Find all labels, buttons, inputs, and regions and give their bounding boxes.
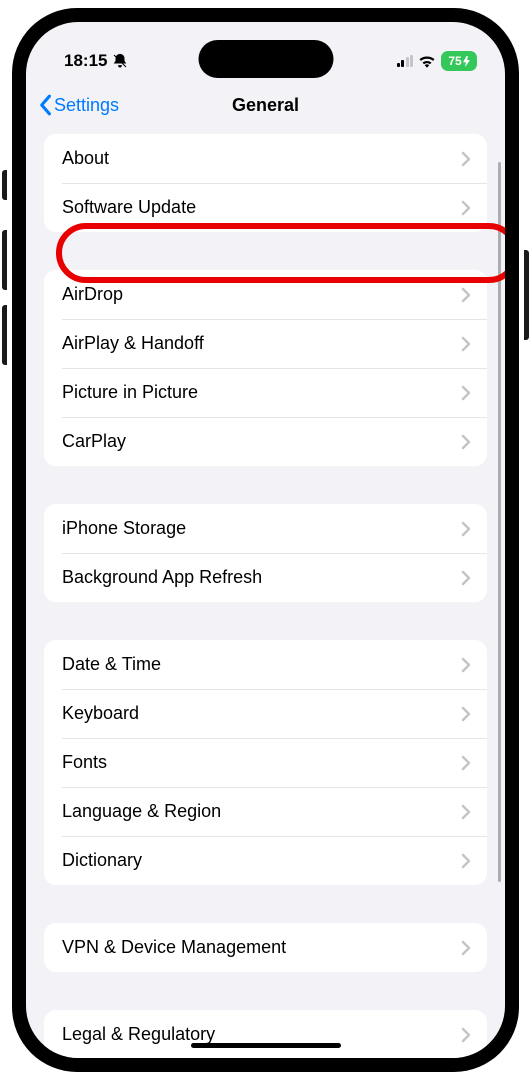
battery-indicator: 75 [441,51,477,71]
chevron-right-icon [461,657,471,673]
row-label: AirDrop [62,284,123,305]
scroll-indicator[interactable] [498,162,501,882]
status-time: 18:15 [64,51,107,71]
row-date-time[interactable]: Date & Time [44,640,487,689]
chevron-right-icon [461,940,471,956]
chevron-right-icon [461,521,471,537]
row-label: Language & Region [62,801,221,822]
row-label: Picture in Picture [62,382,198,403]
chevron-right-icon [461,804,471,820]
row-background-app-refresh[interactable]: Background App Refresh [44,553,487,602]
back-button[interactable]: Settings [34,94,119,116]
dynamic-island [198,40,333,78]
row-label: Fonts [62,752,107,773]
row-label: Legal & Regulatory [62,1024,215,1045]
chevron-right-icon [461,385,471,401]
row-about[interactable]: About [44,134,487,183]
row-carplay[interactable]: CarPlay [44,417,487,466]
cellular-signal-icon [397,55,414,67]
row-label: Date & Time [62,654,161,675]
settings-group: VPN & Device Management [44,923,487,972]
row-label: About [62,148,109,169]
content: About Software Update AirDrop AirPlay & [26,128,505,1058]
row-vpn-device-management[interactable]: VPN & Device Management [44,923,487,972]
home-indicator[interactable] [191,1043,341,1048]
row-label: VPN & Device Management [62,937,286,958]
row-label: Software Update [62,197,196,218]
row-legal-regulatory[interactable]: Legal & Regulatory [44,1010,487,1058]
chevron-right-icon [461,755,471,771]
row-software-update[interactable]: Software Update [44,183,487,232]
phone-frame: 18:15 75 [12,8,519,1072]
chevron-left-icon [38,94,52,116]
chevron-right-icon [461,336,471,352]
settings-group: Date & Time Keyboard Fonts Language & Re… [44,640,487,885]
row-label: AirPlay & Handoff [62,333,204,354]
row-label: iPhone Storage [62,518,186,539]
chevron-right-icon [461,706,471,722]
wifi-icon [418,54,436,68]
settings-group: AirDrop AirPlay & Handoff Picture in Pic… [44,270,487,466]
chevron-right-icon [461,200,471,216]
chevron-right-icon [461,287,471,303]
silent-icon [112,53,128,69]
row-label: Dictionary [62,850,142,871]
nav-header: Settings General [26,82,505,128]
page-title: General [232,95,299,116]
row-keyboard[interactable]: Keyboard [44,689,487,738]
row-airdrop[interactable]: AirDrop [44,270,487,319]
chevron-right-icon [461,570,471,586]
row-language-region[interactable]: Language & Region [44,787,487,836]
chevron-right-icon [461,853,471,869]
chevron-right-icon [461,1027,471,1043]
row-airplay-handoff[interactable]: AirPlay & Handoff [44,319,487,368]
settings-group: About Software Update [44,134,487,232]
settings-group: iPhone Storage Background App Refresh [44,504,487,602]
row-picture-in-picture[interactable]: Picture in Picture [44,368,487,417]
row-label: Keyboard [62,703,139,724]
settings-group: Legal & Regulatory [44,1010,487,1058]
row-fonts[interactable]: Fonts [44,738,487,787]
chevron-right-icon [461,151,471,167]
battery-level: 75 [448,54,461,68]
row-dictionary[interactable]: Dictionary [44,836,487,885]
back-label: Settings [54,95,119,116]
screen: 18:15 75 [26,22,505,1058]
row-label: CarPlay [62,431,126,452]
chevron-right-icon [461,434,471,450]
row-label: Background App Refresh [62,567,262,588]
row-iphone-storage[interactable]: iPhone Storage [44,504,487,553]
